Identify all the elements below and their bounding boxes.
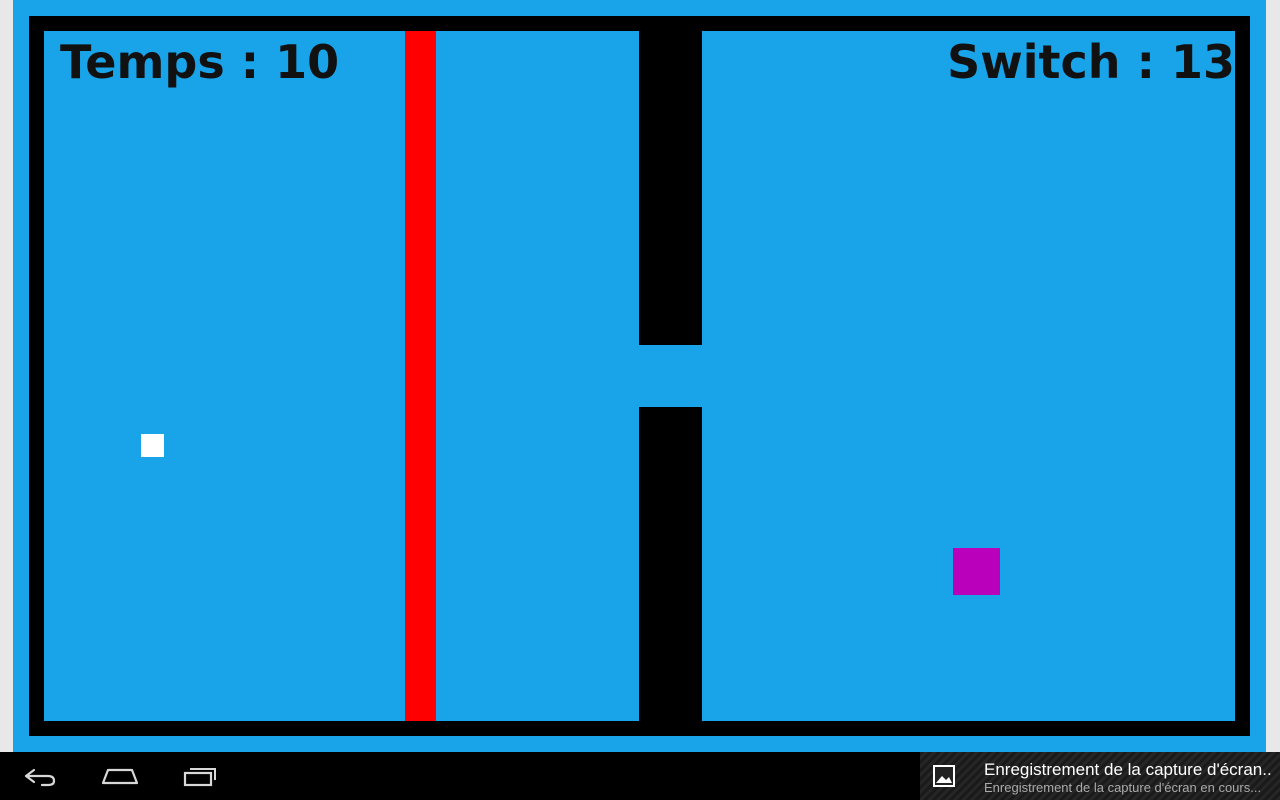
screen: Temps : 10 Switch : 13 [0, 0, 1280, 752]
home-button[interactable] [80, 752, 160, 800]
target-square [953, 548, 1000, 595]
notification-subtitle: Enregistrement de la capture d'écran en … [984, 780, 1262, 795]
game-field[interactable]: Temps : 10 Switch : 13 [44, 31, 1235, 721]
wall-top [639, 31, 702, 345]
wall-bottom [639, 407, 702, 721]
image-icon [933, 765, 955, 787]
notification-title: Enregistrement de la capture d'écran.. [984, 760, 1272, 779]
recent-apps-icon [183, 768, 216, 787]
recent-apps-button[interactable] [160, 752, 240, 800]
player-square[interactable] [141, 434, 164, 457]
laser-barrier [405, 31, 436, 721]
game-border: Temps : 10 Switch : 13 [13, 0, 1266, 752]
switch-counter: Switch : 13 [947, 35, 1235, 89]
notification-ticker[interactable]: Enregistrement de la capture d'écran.. E… [920, 752, 1280, 800]
back-button[interactable] [0, 752, 80, 800]
time-counter: Temps : 10 [60, 35, 340, 89]
home-icon [101, 768, 139, 785]
back-icon [24, 768, 56, 787]
